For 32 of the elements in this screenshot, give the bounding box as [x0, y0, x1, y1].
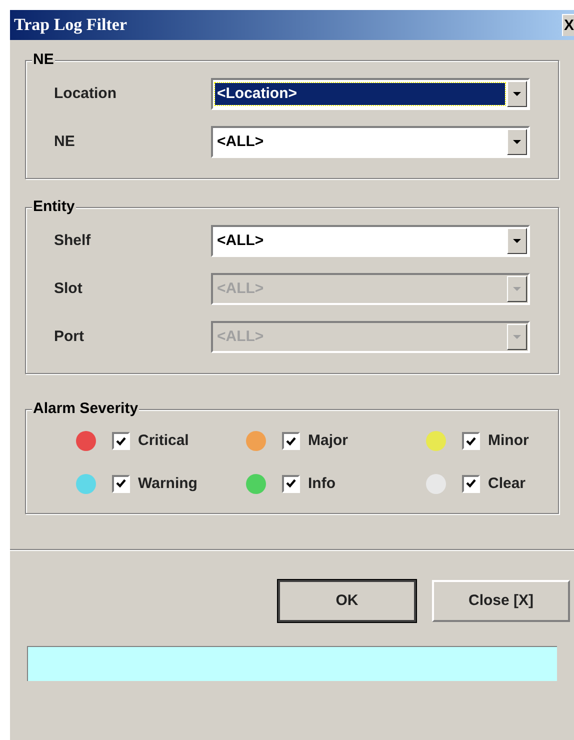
check-icon — [286, 479, 296, 488]
dialog-button[interactable]: OK — [278, 580, 416, 622]
checkbox[interactable] — [282, 474, 300, 493]
checkbox-label: Major — [308, 431, 348, 451]
check-icon — [116, 436, 126, 446]
close-button[interactable]: X — [562, 14, 574, 36]
checkbox-label: Critical — [138, 431, 189, 451]
check-icon — [466, 436, 476, 446]
checkbox[interactable] — [112, 474, 130, 493]
field-label: Shelf — [54, 230, 92, 251]
checkbox[interactable] — [462, 432, 480, 450]
field-label: NE — [54, 132, 76, 152]
dialog-button[interactable]: Close [X] — [432, 580, 570, 622]
check-icon — [116, 479, 126, 488]
window-title: Trap Log Filter — [13, 14, 127, 36]
field-label: Slot — [54, 278, 84, 299]
checkbox-label: Info — [308, 474, 336, 494]
dropdown[interactable]: <ALL> — [211, 126, 530, 158]
checkbox-label: Warning — [138, 474, 198, 494]
field-label: Port — [54, 326, 85, 347]
check-icon — [466, 479, 476, 488]
checkbox[interactable] — [462, 474, 480, 493]
field-label: Location — [54, 84, 118, 104]
group-title: Alarm Severity — [32, 400, 140, 418]
check-icon — [286, 436, 296, 446]
checkbox-label: Clear — [488, 474, 526, 494]
dropdown[interactable]: <Location> — [211, 78, 530, 110]
checkbox[interactable] — [282, 432, 300, 450]
dropdown[interactable]: <ALL> — [211, 225, 530, 257]
group-title: Entity — [32, 198, 76, 216]
checkbox-label: Minor — [488, 431, 529, 451]
checkbox[interactable] — [112, 432, 130, 450]
